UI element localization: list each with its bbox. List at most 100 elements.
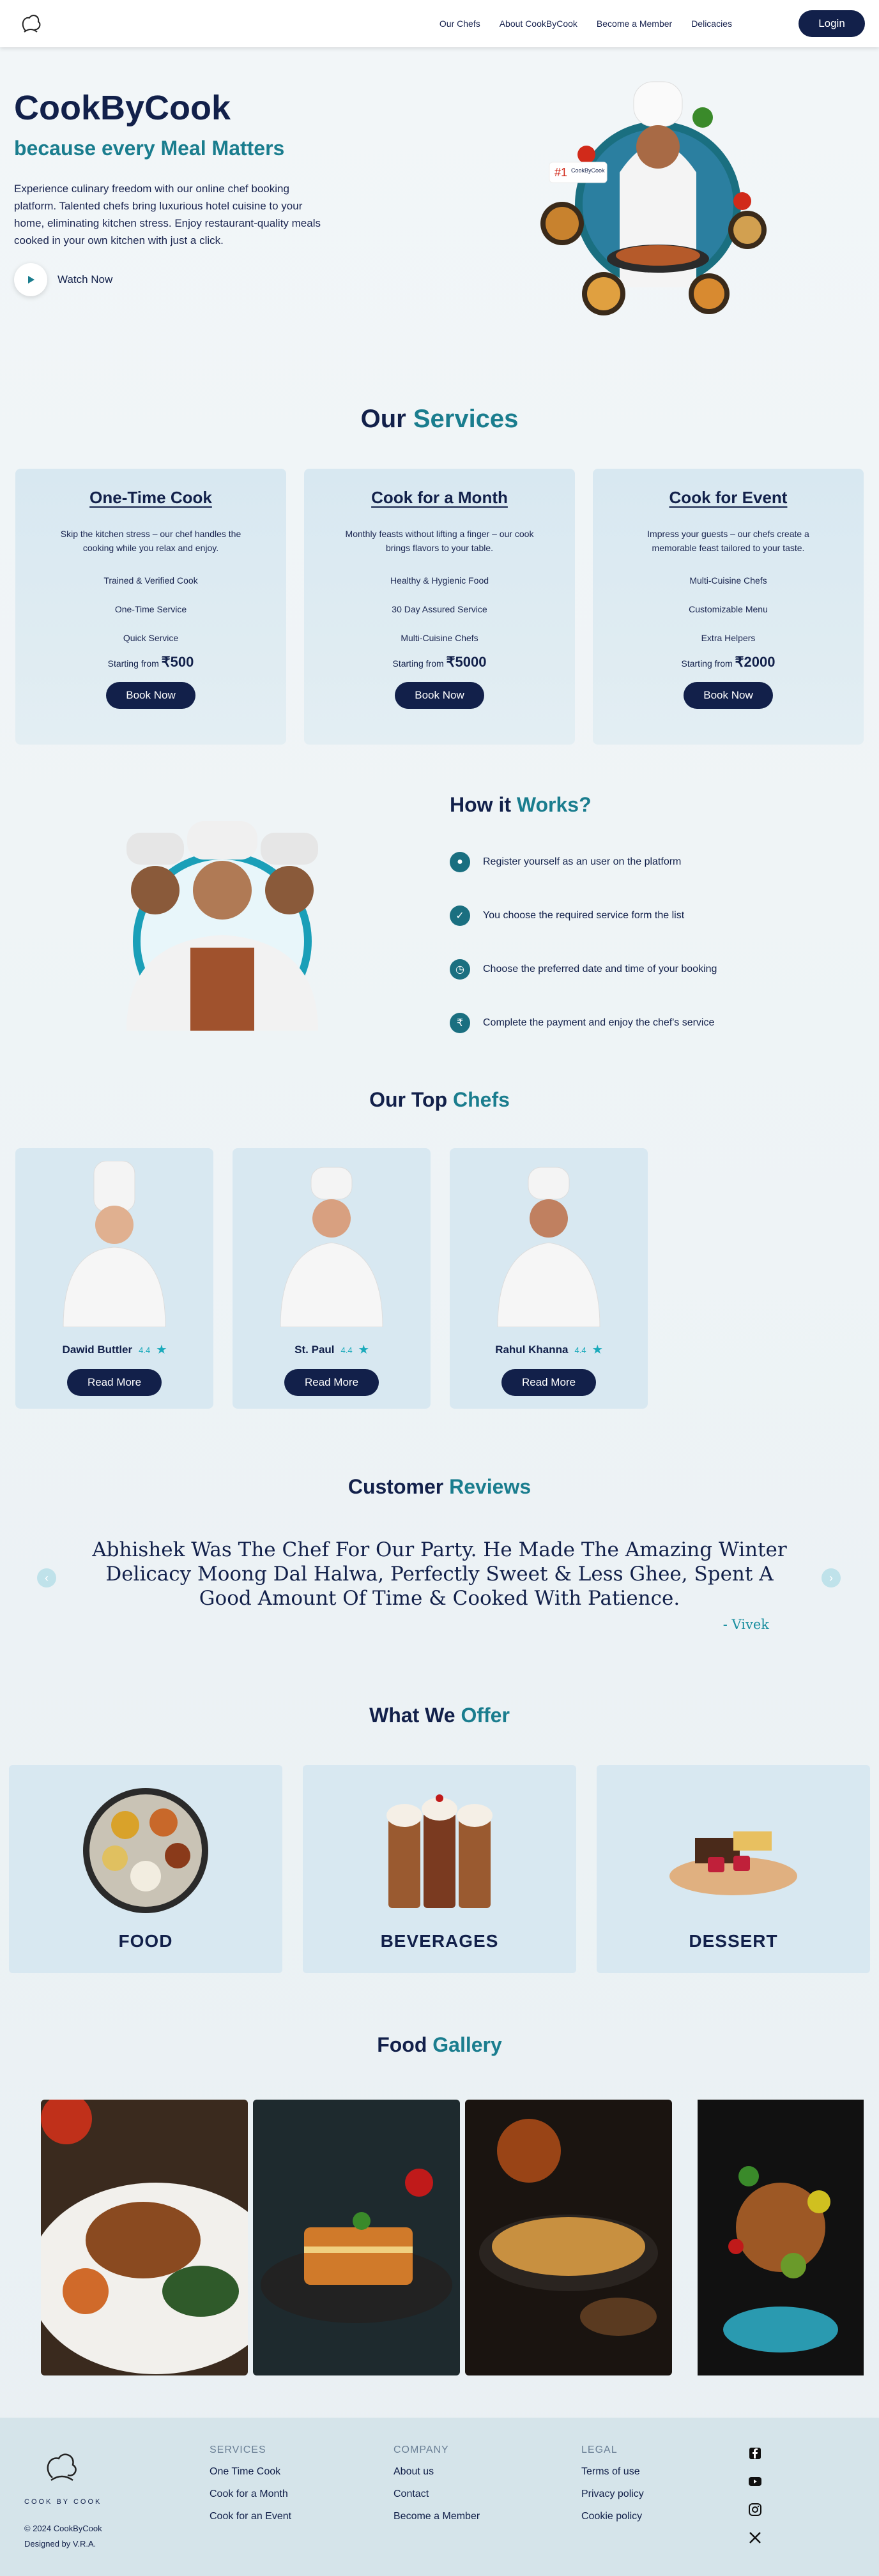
nav-about[interactable]: About CookByCook [500,19,577,29]
footer-link[interactable]: About us [394,2466,480,2478]
offer-card-dessert[interactable]: DESSERT [597,1765,870,1973]
chefs-title-main: Our Top [369,1088,448,1111]
service-feature: Quick Service [123,633,179,643]
footer-link[interactable]: Cookie policy [581,2511,644,2522]
price-label: Starting from [392,658,444,669]
step-item: ₹ Complete the payment and enjoy the che… [450,1013,714,1033]
play-icon[interactable] [14,263,47,296]
chef-hat-logo-icon[interactable] [18,11,43,37]
star-icon: ★ [358,1344,369,1356]
chef-card: Dawid Buttler 4.4 ★ Read More [15,1148,213,1409]
step-text: You choose the required service form the… [483,910,685,921]
x-icon[interactable] [747,2530,763,2545]
step-item: ◷ Choose the preferred date and time of … [450,959,717,980]
reviews-title-accent: Reviews [449,1475,531,1498]
footer-company-col: COMPANY About us Contact Become a Member [394,2444,480,2533]
reviews-title: Customer Reviews [0,1475,879,1499]
user-register-icon: ● [450,852,470,872]
login-button[interactable]: Login [799,10,865,37]
gallery-image-chicken[interactable] [41,2100,248,2375]
book-now-button[interactable]: Book Now [106,682,195,709]
beverages-image [386,1794,493,1908]
nav-delicacies[interactable]: Delicacies [691,19,732,29]
offer-label: BEVERAGES [380,1931,499,1951]
footer-link[interactable]: Contact [394,2489,480,2500]
review-text: Abhishek Was The Chef For Our Party. He … [92,1538,787,1610]
step-item: ✓ You choose the required service form t… [450,905,684,926]
step-text: Choose the preferred date and time of yo… [483,964,717,974]
offer-card-food[interactable]: FOOD [9,1765,282,1973]
instagram-icon[interactable] [747,2502,763,2517]
price-value: ₹500 [161,654,194,670]
chef-name: St. Paul [294,1344,335,1356]
nav-become-member[interactable]: Become a Member [597,19,672,29]
star-icon: ★ [157,1344,167,1356]
gallery-image-salad[interactable] [677,2100,879,2375]
chefs-title-accent: Chefs [453,1088,510,1111]
footer-designed-by: Designed by V.R.A. [24,2539,96,2549]
step-item: ● Register yourself as an user on the pl… [450,852,681,872]
service-card-one-time: One-Time Cook Skip the kitchen stress – … [15,469,286,745]
hero-description: Experience culinary freedom with our onl… [14,183,321,246]
prev-review-arrow-icon[interactable]: ‹ [37,1568,56,1587]
hero-chef-image: #1 CookByCook [540,81,767,315]
read-more-button[interactable]: Read More [284,1369,379,1396]
services-title-accent: Services [413,405,519,433]
badge-rank: #1 [554,166,567,179]
offer-card-beverages[interactable]: BEVERAGES [303,1765,576,1973]
chef-rating: 4.4 [574,1345,586,1355]
chef-rating: 4.4 [139,1345,151,1355]
footer-link[interactable]: Cook for a Month [210,2489,291,2500]
read-more-button[interactable]: Read More [501,1369,596,1396]
footer-heading: COMPANY [394,2444,449,2455]
footer-link[interactable]: Terms of use [581,2466,644,2478]
price-label: Starting from [681,658,733,669]
review-author: - Vivek [722,1617,769,1632]
service-card-title[interactable]: Cook for Event [593,488,864,508]
chef-name: Rahul Khanna [495,1344,569,1356]
chefs-title: Our Top Chefs [0,1088,879,1112]
chef-hat-logo-icon[interactable] [40,2450,84,2488]
service-card-title[interactable]: One-Time Cook [15,488,286,508]
watch-now-link[interactable]: Watch Now [14,263,112,296]
food-thali-image [83,1788,208,1913]
read-more-button[interactable]: Read More [67,1369,162,1396]
gallery-title: Food Gallery [0,2033,879,2057]
chef-name: Dawid Buttler [62,1344,133,1356]
chef-card: St. Paul 4.4 ★ Read More [233,1148,431,1409]
offer-label: DESSERT [689,1931,778,1951]
offer-title-accent: Offer [461,1704,510,1727]
youtube-icon[interactable] [747,2474,763,2489]
footer-link[interactable]: Cook for an Event [210,2511,291,2522]
book-now-button[interactable]: Book Now [395,682,484,709]
footer-link[interactable]: Privacy policy [581,2489,644,2500]
footer-link[interactable]: Become a Member [394,2511,480,2522]
service-feature: One-Time Service [114,604,187,614]
footer-services-col: SERVICES One Time Cook Cook for a Month … [210,2444,291,2533]
facebook-icon[interactable] [747,2446,763,2461]
service-feature: Trained & Verified Cook [103,575,198,586]
book-now-button[interactable]: Book Now [684,682,773,709]
gallery-image-curry[interactable] [465,2100,672,2375]
hero-title: CookByCook [14,89,231,127]
footer-copyright: © 2024 CookByCook [24,2524,102,2533]
badge-brand: CookByCook [571,167,605,174]
how-title-accent: Works? [516,793,592,816]
service-card-desc: Impress your guests – our chefs create a… [647,529,809,553]
service-card-title[interactable]: Cook for a Month [304,488,575,508]
service-feature: Extra Helpers [701,633,756,643]
checklist-icon: ✓ [450,905,470,926]
nav-our-chefs[interactable]: Our Chefs [440,19,480,29]
price-value: ₹5000 [446,654,487,670]
step-text: Register yourself as an user on the plat… [483,856,682,867]
reviews-title-main: Customer [348,1475,444,1498]
rupee-icon: ₹ [450,1013,470,1033]
gallery-image-lasagna[interactable] [253,2100,460,2375]
services-title: Our Services [0,405,879,434]
footer-link[interactable]: One Time Cook [210,2466,291,2478]
service-feature: Healthy & Hygienic Food [390,575,489,586]
main-nav: Our Chefs About CookByCook Become a Memb… [440,0,732,47]
offer-title-main: What We [369,1704,455,1727]
next-review-arrow-icon[interactable]: › [822,1568,841,1587]
footer-heading: LEGAL [581,2444,618,2455]
